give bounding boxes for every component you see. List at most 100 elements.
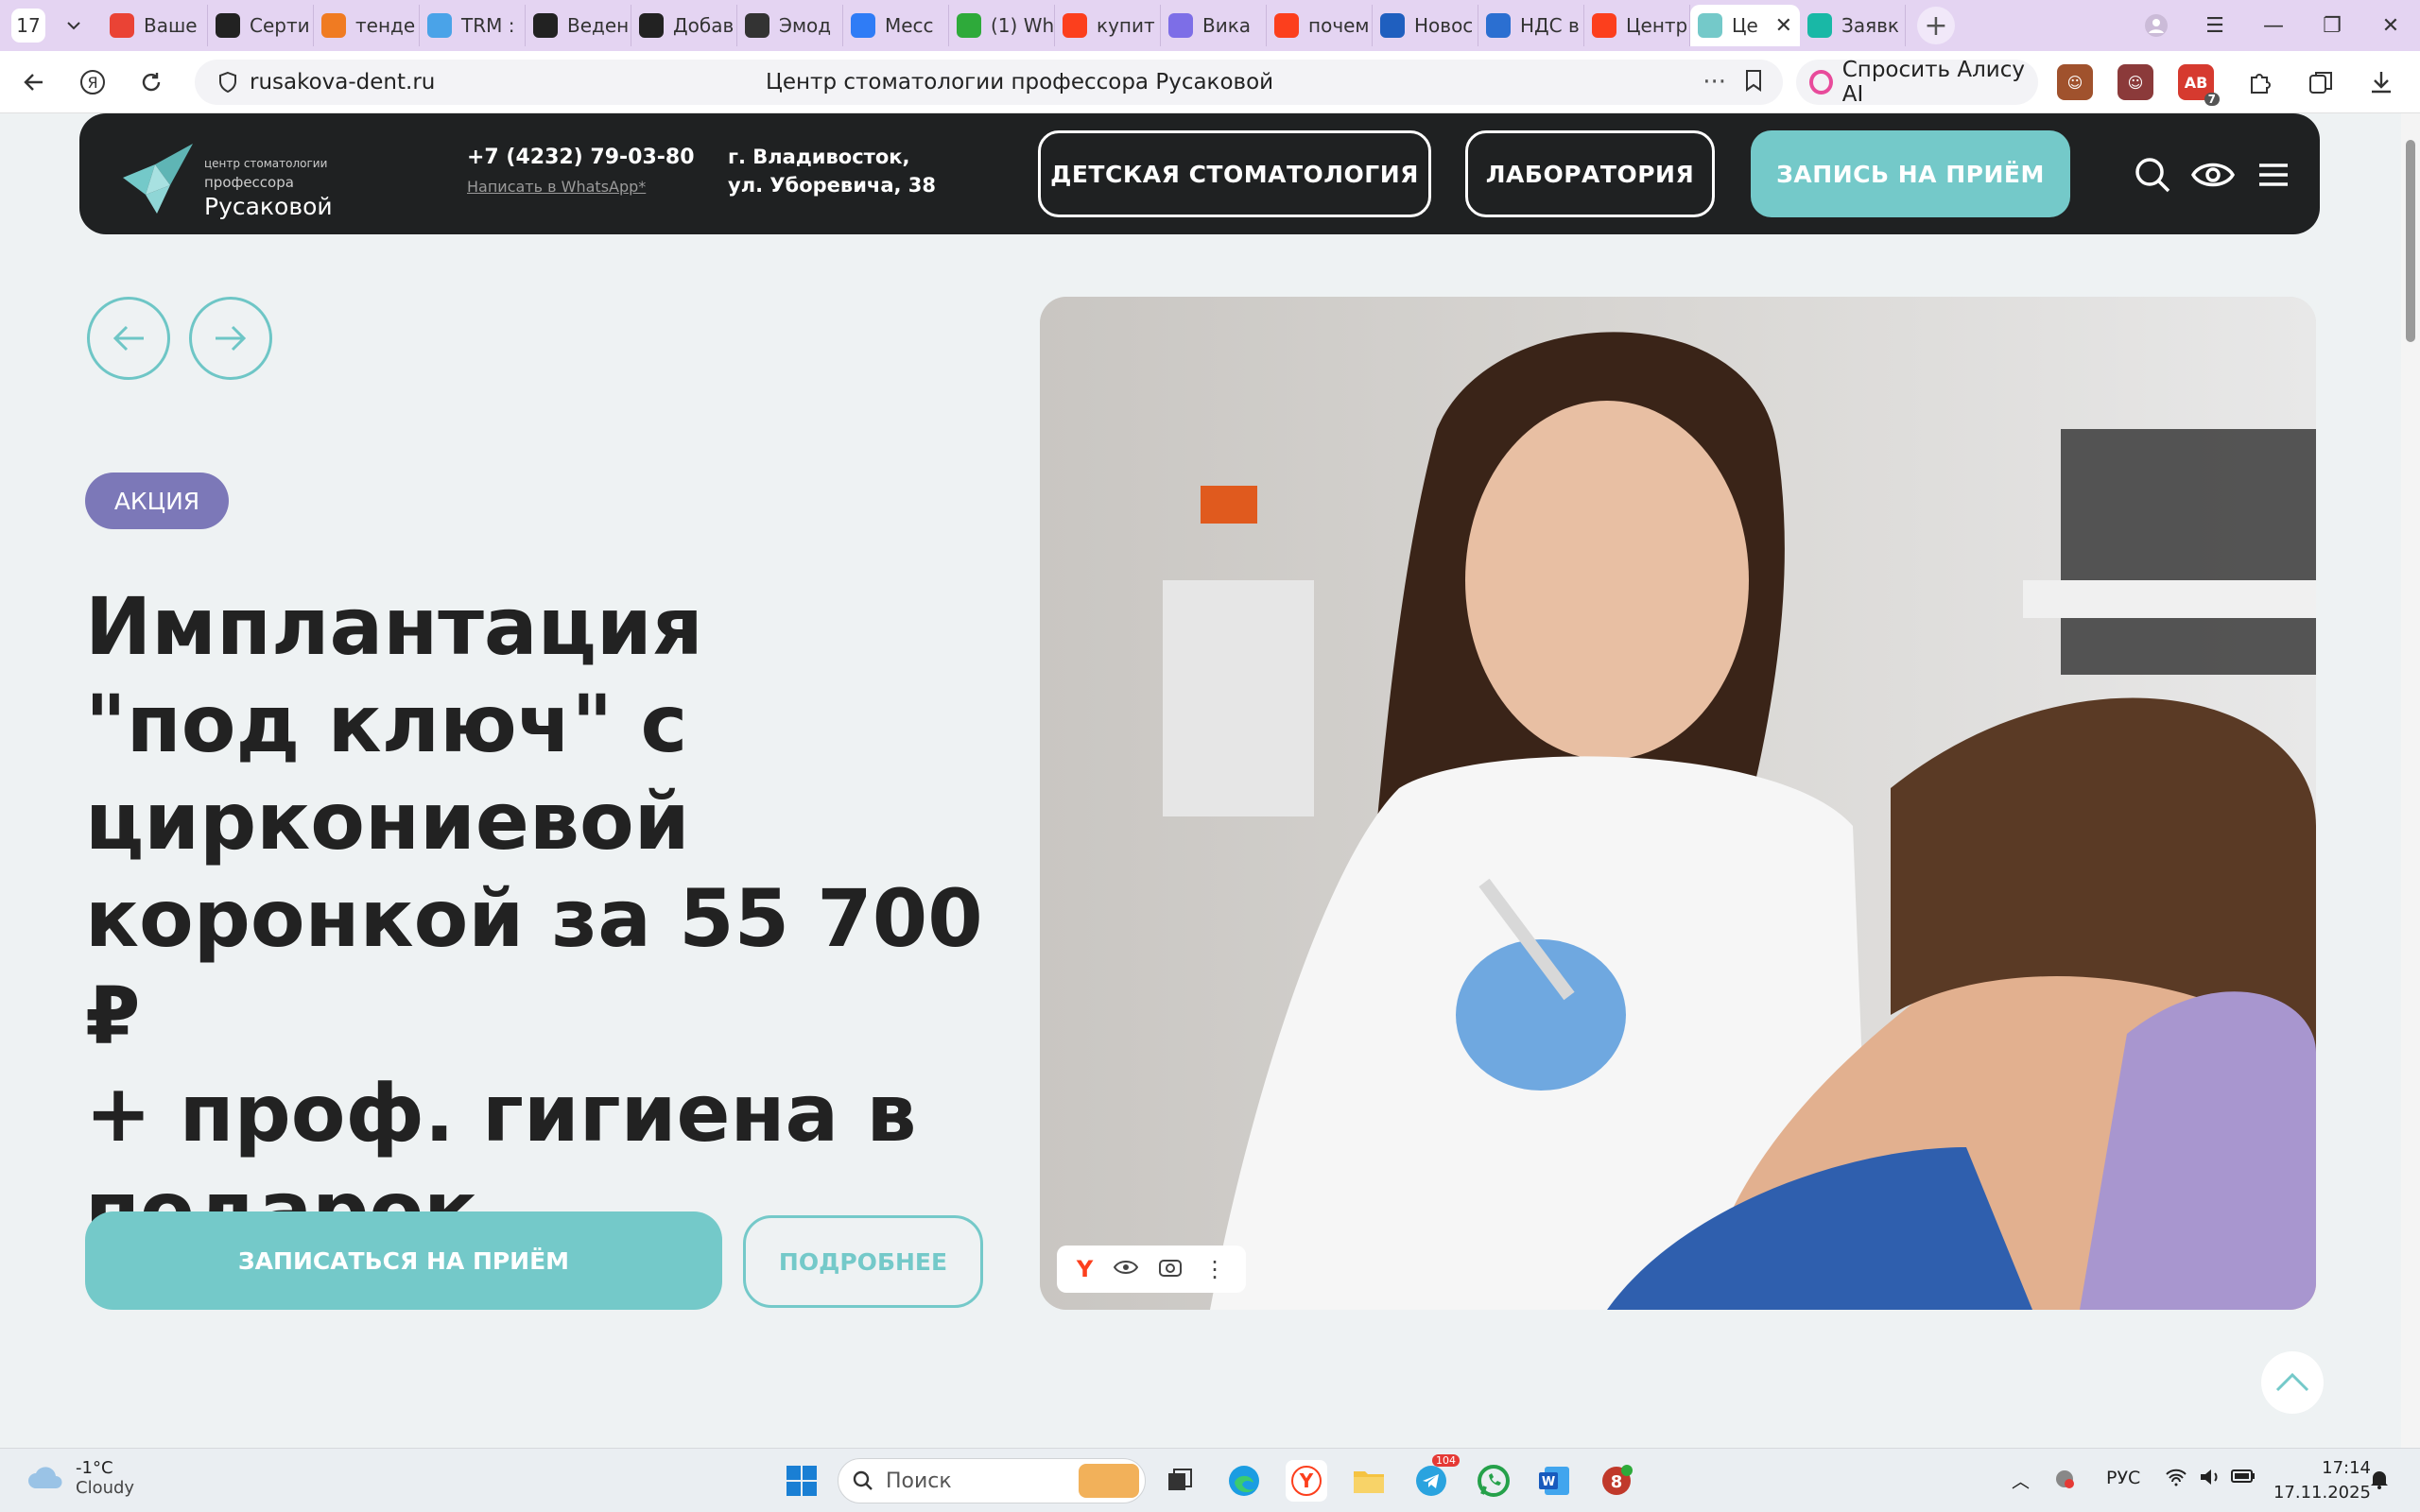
- collections-icon[interactable]: [2303, 64, 2339, 100]
- browser-tab[interactable]: Добав: [631, 5, 737, 46]
- word-icon[interactable]: W: [1533, 1460, 1575, 1502]
- telegram-icon[interactable]: 104: [1410, 1454, 1460, 1502]
- menu-icon[interactable]: ☰: [2186, 0, 2244, 51]
- scroll-to-top-button[interactable]: [2261, 1351, 2324, 1414]
- whatsapp-link[interactable]: Написать в WhatsApp*: [467, 178, 646, 196]
- extension-avatar-icon[interactable]: ☺: [2057, 64, 2093, 100]
- back-button[interactable]: [9, 58, 59, 107]
- browser-tab[interactable]: Веден: [526, 5, 631, 46]
- clock-date: 17.11.2025: [2273, 1483, 2371, 1503]
- browser-tab[interactable]: (1) Wh: [949, 5, 1055, 46]
- browser-tab[interactable]: Новос: [1373, 5, 1478, 46]
- browser-tab[interactable]: Месс: [843, 5, 949, 46]
- tab-label: Новос: [1414, 14, 1474, 37]
- tray-expand-icon[interactable]: ︿: [2012, 1468, 2030, 1493]
- headline-line: "под ключ" с: [85, 678, 688, 770]
- minimize-button[interactable]: —: [2244, 0, 2303, 51]
- slider-next-button[interactable]: [189, 297, 272, 380]
- browser-tab[interactable]: НДС в: [1478, 5, 1584, 46]
- tab-count-button[interactable]: 17: [11, 9, 45, 43]
- book-appointment-button[interactable]: ЗАПИСАТЬСЯ НА ПРИЁМ: [85, 1211, 722, 1310]
- bookmark-icon[interactable]: [1743, 68, 1764, 96]
- alice-label: Спросить Алису AI: [1841, 58, 2025, 107]
- browser-tab[interactable]: Серти: [208, 5, 314, 46]
- battery-icon[interactable]: [2231, 1468, 2256, 1489]
- extensions-puzzle-icon[interactable]: [2242, 64, 2278, 100]
- tab-label: почем: [1308, 14, 1370, 37]
- hamburger-menu-icon[interactable]: [2252, 153, 2295, 197]
- security-tray-icon[interactable]: [2053, 1468, 2076, 1495]
- browser-tab[interactable]: почем: [1267, 5, 1373, 46]
- close-window-button[interactable]: ✕: [2361, 0, 2420, 51]
- hero-headline: Имплантация "под ключ" с циркониевой кор…: [85, 578, 993, 1260]
- address-bar[interactable]: rusakova-dent.ru Центр стоматологии проф…: [195, 60, 1783, 105]
- browser-tab[interactable]: Эмод: [737, 5, 843, 46]
- wifi-icon[interactable]: [2165, 1468, 2187, 1491]
- trm-icon: [427, 13, 452, 38]
- browser-tab[interactable]: купит: [1055, 5, 1161, 46]
- eye-icon[interactable]: [1113, 1259, 1139, 1280]
- yandex-browser-taskbar-icon[interactable]: Y: [1286, 1460, 1327, 1502]
- scrollbar-thumb[interactable]: [2406, 140, 2415, 342]
- temperature: -1°C: [76, 1458, 113, 1478]
- star-badge-icon: [639, 13, 664, 38]
- taskbar-search[interactable]: Поиск: [838, 1458, 1146, 1503]
- ask-alice-button[interactable]: Спросить Алису AI: [1796, 58, 2038, 107]
- laboratory-button[interactable]: ЛАБОРАТОРИЯ: [1465, 130, 1715, 217]
- reload-icon: [142, 72, 161, 91]
- new-tab-button[interactable]: +: [1917, 7, 1955, 44]
- url-text[interactable]: rusakova-dent.ru: [250, 70, 435, 94]
- kids-dentistry-button[interactable]: ДЕТСКАЯ СТОМАТОЛОГИЯ: [1038, 130, 1431, 217]
- hero-photo-dentist: [1040, 297, 2316, 1310]
- yandex-y-icon[interactable]: Y: [1077, 1256, 1093, 1282]
- profile-icon[interactable]: [2127, 0, 2186, 51]
- notification-bell-icon[interactable]: [2369, 1468, 2390, 1495]
- adblock-icon[interactable]: AB 7: [2178, 64, 2220, 106]
- start-button[interactable]: [781, 1460, 822, 1502]
- tab-list-dropdown[interactable]: [55, 7, 93, 44]
- phone-number[interactable]: +7 (4232) 79-03-80: [467, 146, 695, 169]
- file-explorer-icon[interactable]: [1348, 1460, 1390, 1502]
- yandex-home-button[interactable]: Я: [68, 58, 117, 107]
- volume-icon[interactable]: [2199, 1468, 2221, 1491]
- whatsapp-icon[interactable]: [1473, 1460, 1514, 1502]
- download-icon[interactable]: [2363, 64, 2399, 100]
- browser-tab[interactable]: тенде: [314, 5, 420, 46]
- reload-button[interactable]: [127, 58, 176, 107]
- task-view-icon[interactable]: [1159, 1460, 1201, 1502]
- edge-browser-icon[interactable]: [1223, 1460, 1265, 1502]
- system-clock[interactable]: 17:14 17.11.2025: [2273, 1456, 2371, 1505]
- extension-avatar2-icon[interactable]: ☺: [2118, 64, 2153, 100]
- browser-tab[interactable]: Заявк: [1800, 5, 1906, 46]
- more-icon[interactable]: ···: [1703, 68, 1726, 96]
- tab-label: Месс: [885, 14, 934, 37]
- svg-text:8: 8: [1611, 1472, 1623, 1492]
- headline-line: Имплантация: [85, 580, 703, 673]
- star-badge-icon: [216, 13, 240, 38]
- weather-widget[interactable]: -1°C Cloudy: [26, 1458, 134, 1498]
- browser-tab[interactable]: Це ✕: [1690, 5, 1800, 46]
- browser-tab[interactable]: Центр: [1584, 5, 1690, 46]
- maximize-button[interactable]: ❐: [2303, 0, 2361, 51]
- adblock-badge: 7: [2204, 93, 2220, 106]
- slider-prev-button[interactable]: [87, 297, 170, 380]
- eye-accessibility-icon[interactable]: [2191, 153, 2235, 197]
- cloud-icon: [28, 1467, 62, 1488]
- more-vertical-icon[interactable]: ⋮: [1203, 1256, 1226, 1282]
- browser-tab[interactable]: Вика: [1161, 5, 1267, 46]
- check-circle-icon: [1168, 13, 1193, 38]
- language-indicator[interactable]: РУС: [2106, 1468, 2140, 1488]
- arrow-right-icon: [216, 325, 247, 352]
- more-details-button[interactable]: ПОДРОБНЕЕ: [743, 1215, 983, 1308]
- search-placeholder: Поиск: [886, 1469, 952, 1493]
- browser-tab[interactable]: TRM :: [420, 5, 526, 46]
- appointment-button[interactable]: ЗАПИСЬ НА ПРИЁМ: [1751, 130, 2070, 217]
- browser-tab[interactable]: Ваше: [102, 5, 208, 46]
- camera-search-icon[interactable]: [1158, 1256, 1183, 1282]
- close-tab-icon[interactable]: ✕: [1775, 14, 1792, 38]
- bitrix-app-icon[interactable]: 8: [1596, 1460, 1637, 1502]
- yandex-icon: [1592, 13, 1616, 38]
- site-logo[interactable]: центр стоматологии профессора Русаковой: [117, 136, 344, 220]
- search-icon[interactable]: [2131, 153, 2174, 197]
- page-scrollbar[interactable]: [2401, 113, 2420, 1448]
